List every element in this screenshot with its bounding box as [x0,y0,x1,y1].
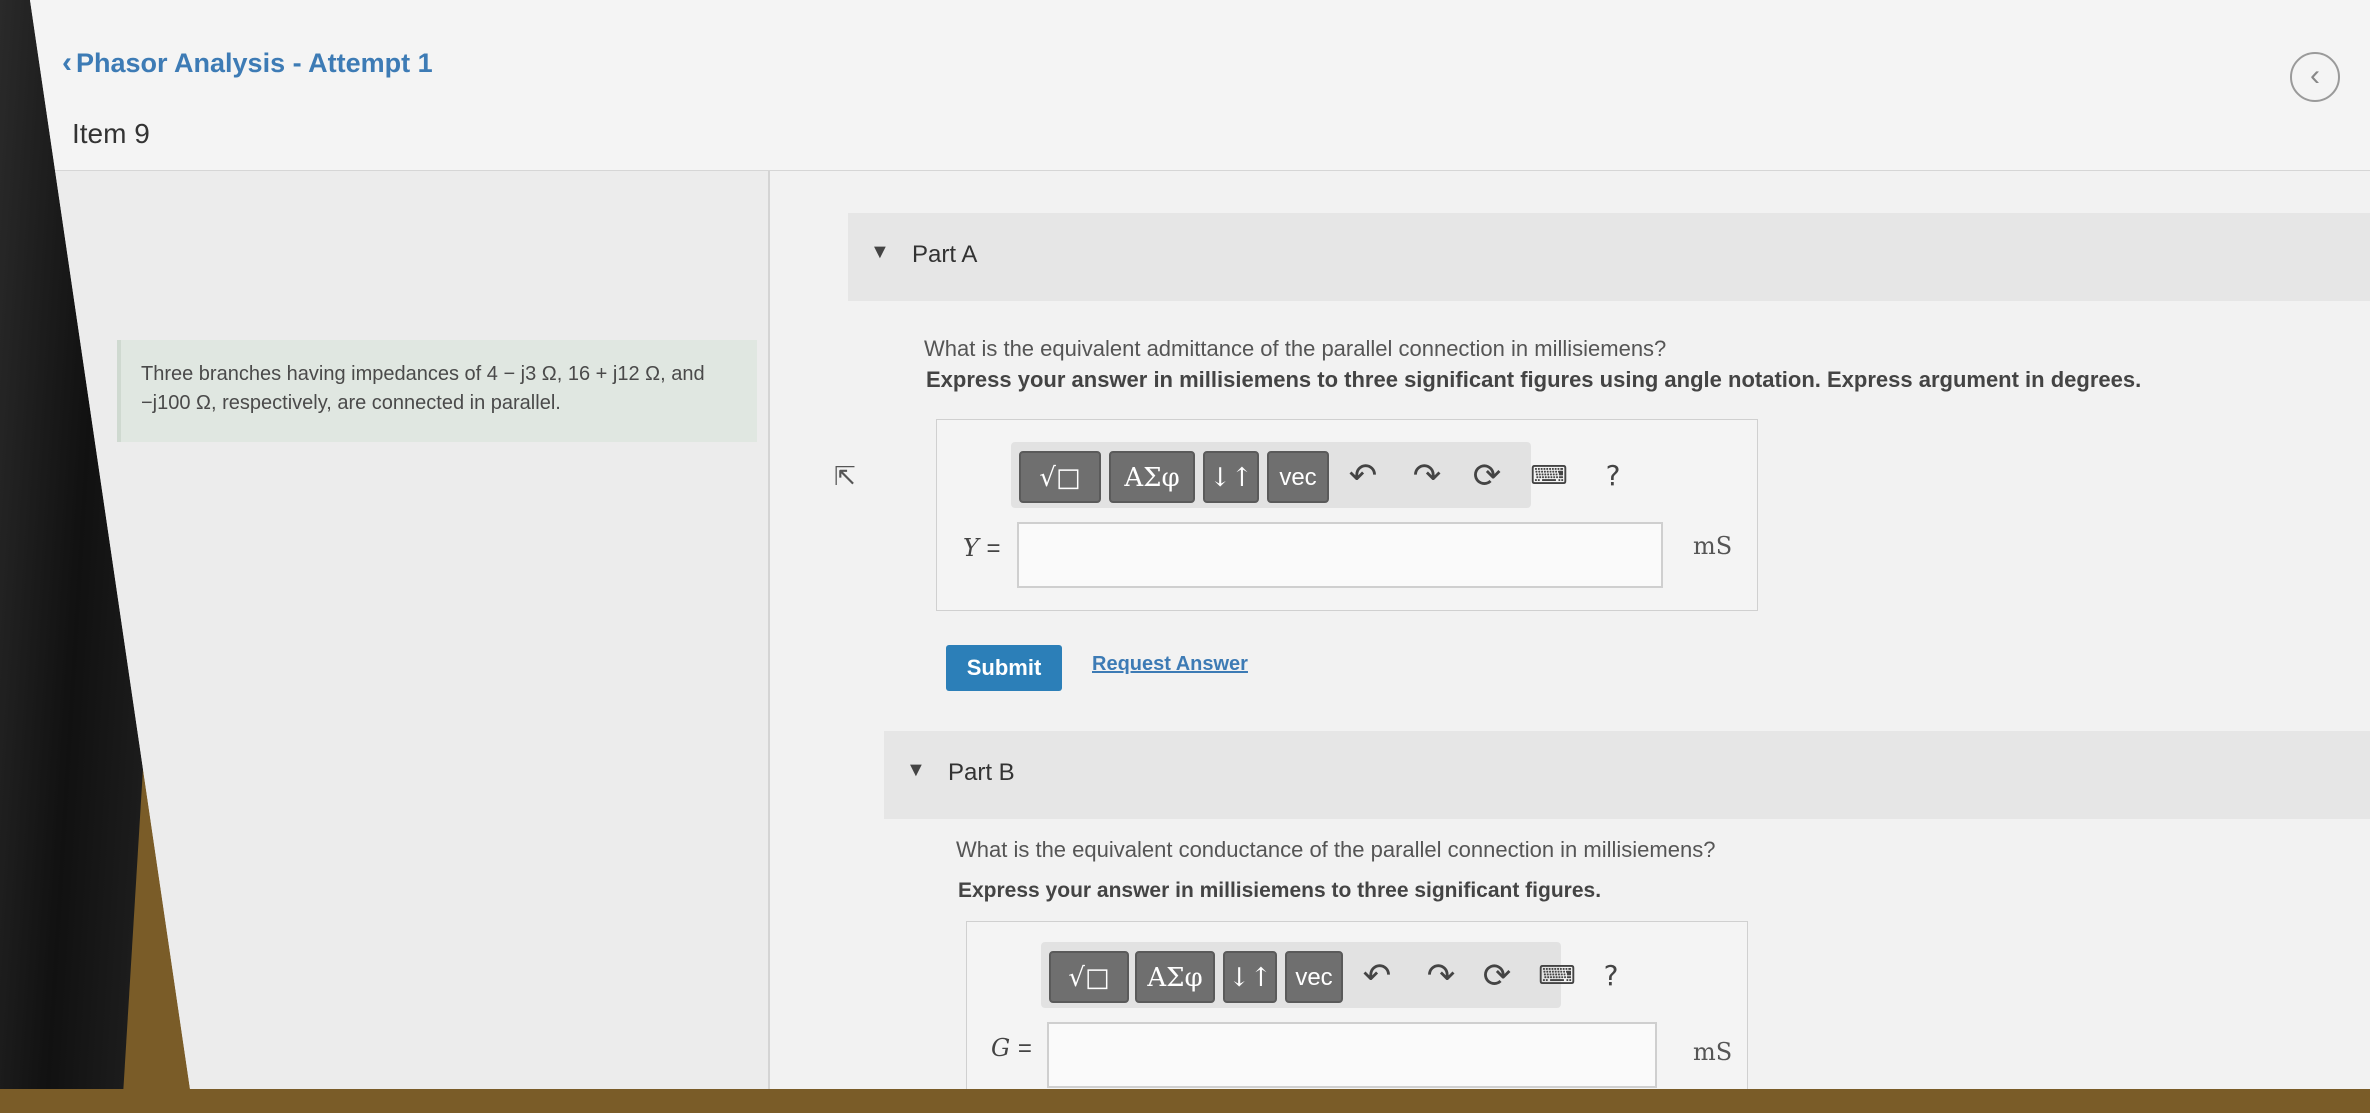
chevron-left-icon: ‹ [62,46,72,79]
request-answer-link[interactable]: Request Answer [1092,653,1248,676]
part-a-instruction: Express your answer in millisiemens to t… [926,367,2142,392]
redo-icon[interactable]: ↷ [1419,956,1463,996]
variable-g: G [991,1034,1011,1062]
back-link[interactable]: ‹ Phasor Analysis - Attempt 1 [62,46,433,80]
vector-button[interactable]: vec [1285,951,1343,1003]
symbols-button[interactable]: ΑΣφ [1109,451,1195,503]
submit-button[interactable]: Submit [946,645,1062,691]
symbols-button[interactable]: ΑΣφ [1135,951,1215,1003]
subscript-button[interactable]: ↓↑ [1223,951,1277,1003]
chevron-left-icon: ‹ [2310,59,2320,92]
part-b-header[interactable]: ▼ Part B [884,731,2370,819]
redo-icon[interactable]: ↷ [1405,456,1449,496]
keyboard-icon[interactable]: ⌨ [1527,456,1571,496]
part-a-equation-toolbar: √□ ΑΣφ ↓↑ vec ↶ ↷ ⟳ ⌨ ? [1011,442,1620,508]
help-icon[interactable]: ? [1591,456,1635,496]
equals-sign: = [1017,1035,1032,1062]
part-b-instruction: Express your answer in millisiemens to t… [958,879,1602,902]
templates-button[interactable]: √□ [1049,951,1129,1003]
part-b-answer-input[interactable] [1047,1022,1657,1088]
variable-y: Y [963,534,979,562]
mouse-pointer-icon: ⇱ [834,461,856,491]
help-icon[interactable]: ? [1589,956,1633,996]
part-a-answer-input[interactable] [1017,522,1663,588]
screen: ‹ Phasor Analysis - Attempt 1 Item 9 ‹ Th… [30,0,2370,1089]
subscript-button[interactable]: ↓↑ [1203,451,1259,503]
caret-down-icon: ▼ [906,759,926,781]
assignment-title: Phasor Analysis - Attempt 1 [76,48,433,78]
equals-sign: = [986,535,1001,562]
part-b-answer-box: √□ ΑΣφ ↓↑ vec ↶ ↷ ⟳ ⌨ ? G = mS [966,921,1748,1089]
item-title: Item 9 [72,118,150,149]
part-a-question: What is the equivalent admittance of the… [924,336,1667,361]
part-b-label: Part B [948,759,1015,786]
part-b-variable-label: G = [991,1034,1032,1063]
top-bar: ‹ Phasor Analysis - Attempt 1 Item 9 ‹ [30,0,2370,171]
collapse-panel-button[interactable]: ‹ [2290,52,2340,102]
part-a-label: Part A [912,241,978,268]
keyboard-icon[interactable]: ⌨ [1535,956,1579,996]
part-b-question: What is the equivalent conductance of th… [956,837,1716,862]
part-a-unit: mS [1693,532,1733,560]
vector-button[interactable]: vec [1267,451,1329,503]
part-a-header[interactable]: ▼ Part A [848,213,2370,301]
part-b-equation-toolbar: √□ ΑΣφ ↓↑ vec ↶ ↷ ⟳ ⌨ ? [1041,942,1618,1008]
templates-button[interactable]: √□ [1019,451,1101,503]
undo-icon[interactable]: ↶ [1341,456,1385,496]
main-content: ▼ Part A What is the equivalent admittan… [770,171,2370,1089]
reset-icon[interactable]: ⟳ [1475,956,1519,996]
problem-statement: Three branches having impedances of 4 − … [117,340,757,442]
reset-icon[interactable]: ⟳ [1465,456,1509,496]
part-b-unit: mS [1693,1038,1733,1066]
undo-icon[interactable]: ↶ [1355,956,1399,996]
part-a-variable-label: Y = [963,534,1001,563]
caret-down-icon: ▼ [870,241,890,263]
problem-pane: Three branches having impedances of 4 − … [30,171,770,1089]
part-a-answer-box: √□ ΑΣφ ↓↑ vec ↶ ↷ ⟳ ⌨ ? Y = mS [936,419,1758,611]
